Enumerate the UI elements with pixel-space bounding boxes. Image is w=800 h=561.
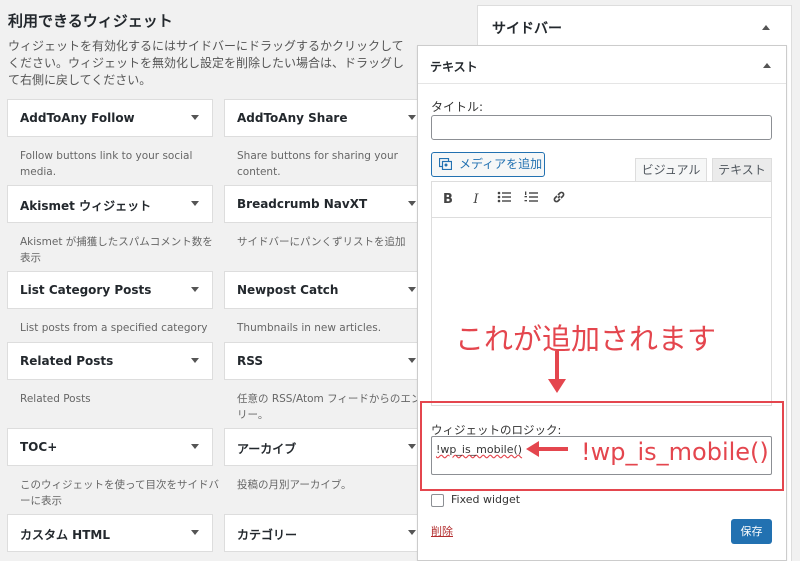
widget-item[interactable]: カテゴリー bbox=[224, 514, 430, 552]
chevron-down-icon[interactable] bbox=[191, 358, 199, 363]
chevron-down-icon[interactable] bbox=[408, 115, 416, 120]
title-input[interactable] bbox=[431, 115, 772, 140]
rich-text-editor[interactable]: B I bbox=[431, 181, 772, 406]
widget-item-name: Akismet ウィジェット bbox=[20, 199, 152, 213]
bullet-list-button[interactable] bbox=[494, 190, 514, 210]
bullet-list-icon bbox=[497, 191, 511, 203]
text-widget-editor: テキスト タイトル: メディアを追加 ビジュアル テキスト B I これが追加さ… bbox=[417, 45, 787, 561]
widget-logic-value: !wp_is_mobile() bbox=[436, 443, 523, 456]
widget-item-description: Akismet が捕獲したスパムコメント数を表示 bbox=[20, 236, 213, 264]
tab-text[interactable]: テキスト bbox=[712, 158, 772, 181]
widget-item-description: サイドバーにパンくずリストを追加 bbox=[237, 236, 406, 248]
widget-item[interactable]: Related Posts bbox=[7, 342, 213, 380]
delete-link[interactable]: 削除 bbox=[431, 523, 453, 539]
text-widget-header[interactable]: テキスト bbox=[418, 46, 786, 84]
widget-item-description: Thumbnails in new articles. bbox=[237, 322, 382, 334]
chevron-down-icon[interactable] bbox=[191, 530, 199, 535]
chevron-down-icon[interactable] bbox=[191, 287, 199, 292]
widget-item-name: Newpost Catch bbox=[237, 283, 339, 297]
collapse-icon[interactable] bbox=[762, 25, 770, 30]
link-button[interactable] bbox=[549, 190, 569, 210]
available-widgets-description: ウィジェットを有効化するにはサイドバーにドラッグするかクリックしてください。ウィ… bbox=[8, 39, 405, 87]
save-button[interactable]: 保存 bbox=[731, 519, 772, 544]
widget-item[interactable]: AddToAny Follow bbox=[7, 99, 213, 137]
widget-item-description: Share buttons for sharing your content. bbox=[237, 150, 398, 178]
annotation-arrow-left-icon bbox=[526, 441, 568, 457]
widget-item[interactable]: RSS bbox=[224, 342, 430, 380]
chevron-down-icon[interactable] bbox=[408, 444, 416, 449]
widget-item-name: カスタム HTML bbox=[20, 528, 110, 542]
widget-item-description: このウィジェットを使って目次をサイドバーに表示 bbox=[20, 479, 219, 507]
widget-item-name: AddToAny Share bbox=[237, 111, 348, 125]
fixed-widget-checkbox[interactable] bbox=[431, 494, 444, 507]
add-media-button[interactable]: メディアを追加 bbox=[431, 152, 545, 177]
annotation-headline: これが追加されます bbox=[455, 322, 717, 356]
widget-item[interactable]: カスタム HTML bbox=[7, 514, 213, 552]
editor-toolbar: B I bbox=[432, 182, 771, 218]
annotation-arrow-down-icon bbox=[548, 351, 566, 393]
chevron-down-icon[interactable] bbox=[408, 530, 416, 535]
chevron-down-icon[interactable] bbox=[408, 358, 416, 363]
widget-item-name: TOC+ bbox=[20, 440, 58, 454]
widget-item[interactable]: AddToAny Share bbox=[224, 99, 430, 137]
chevron-down-icon[interactable] bbox=[191, 444, 199, 449]
widget-item-name: Breadcrumb NavXT bbox=[237, 197, 368, 211]
chevron-down-icon[interactable] bbox=[191, 115, 199, 120]
widget-item-name: RSS bbox=[237, 354, 263, 368]
widget-item[interactable]: Akismet ウィジェット bbox=[7, 185, 213, 223]
widget-item[interactable]: アーカイブ bbox=[224, 428, 430, 466]
chevron-down-icon[interactable] bbox=[191, 201, 199, 206]
numbered-list-icon bbox=[524, 191, 538, 202]
chevron-down-icon[interactable] bbox=[408, 287, 416, 292]
widget-item[interactable]: Breadcrumb NavXT bbox=[224, 185, 430, 223]
fixed-widget-label: Fixed widget bbox=[451, 493, 521, 506]
widget-item-description: 任意の RSS/Atom フィードからのエントリー。 bbox=[237, 393, 432, 421]
widget-item-name: Related Posts bbox=[20, 354, 114, 368]
widget-item[interactable]: TOC+ bbox=[7, 428, 213, 466]
widget-item-name: List Category Posts bbox=[20, 283, 152, 297]
widget-item[interactable]: List Category Posts bbox=[7, 271, 213, 309]
sidebar-title[interactable]: サイドバー bbox=[492, 18, 562, 38]
title-label: タイトル: bbox=[431, 100, 484, 114]
widget-item-name: アーカイブ bbox=[237, 442, 297, 456]
tab-visual[interactable]: ビジュアル bbox=[635, 158, 707, 181]
widget-item-name: カテゴリー bbox=[237, 528, 298, 542]
collapse-icon[interactable] bbox=[763, 63, 771, 68]
widget-item-description: Related Posts bbox=[20, 393, 91, 405]
widget-item-description: List posts from a specified category bbox=[20, 322, 208, 334]
widget-item[interactable]: Newpost Catch bbox=[224, 271, 430, 309]
widget-item-description: 投稿の月別アーカイブ。 bbox=[237, 479, 352, 491]
add-media-label: メディアを追加 bbox=[459, 157, 543, 171]
available-widgets-title: 利用できるウィジェット bbox=[8, 12, 173, 30]
text-widget-title: テキスト bbox=[430, 60, 478, 74]
link-icon bbox=[553, 191, 565, 203]
media-icon bbox=[439, 158, 452, 170]
chevron-down-icon[interactable] bbox=[408, 201, 416, 206]
italic-button[interactable]: I bbox=[466, 190, 486, 210]
numbered-list-button[interactable] bbox=[521, 190, 541, 210]
bold-button[interactable]: B bbox=[438, 190, 458, 210]
annotation-code: !wp_is_mobile() bbox=[581, 438, 769, 466]
widget-item-name: AddToAny Follow bbox=[20, 111, 135, 125]
widget-item-description: Follow buttons link to your social media… bbox=[20, 150, 193, 178]
